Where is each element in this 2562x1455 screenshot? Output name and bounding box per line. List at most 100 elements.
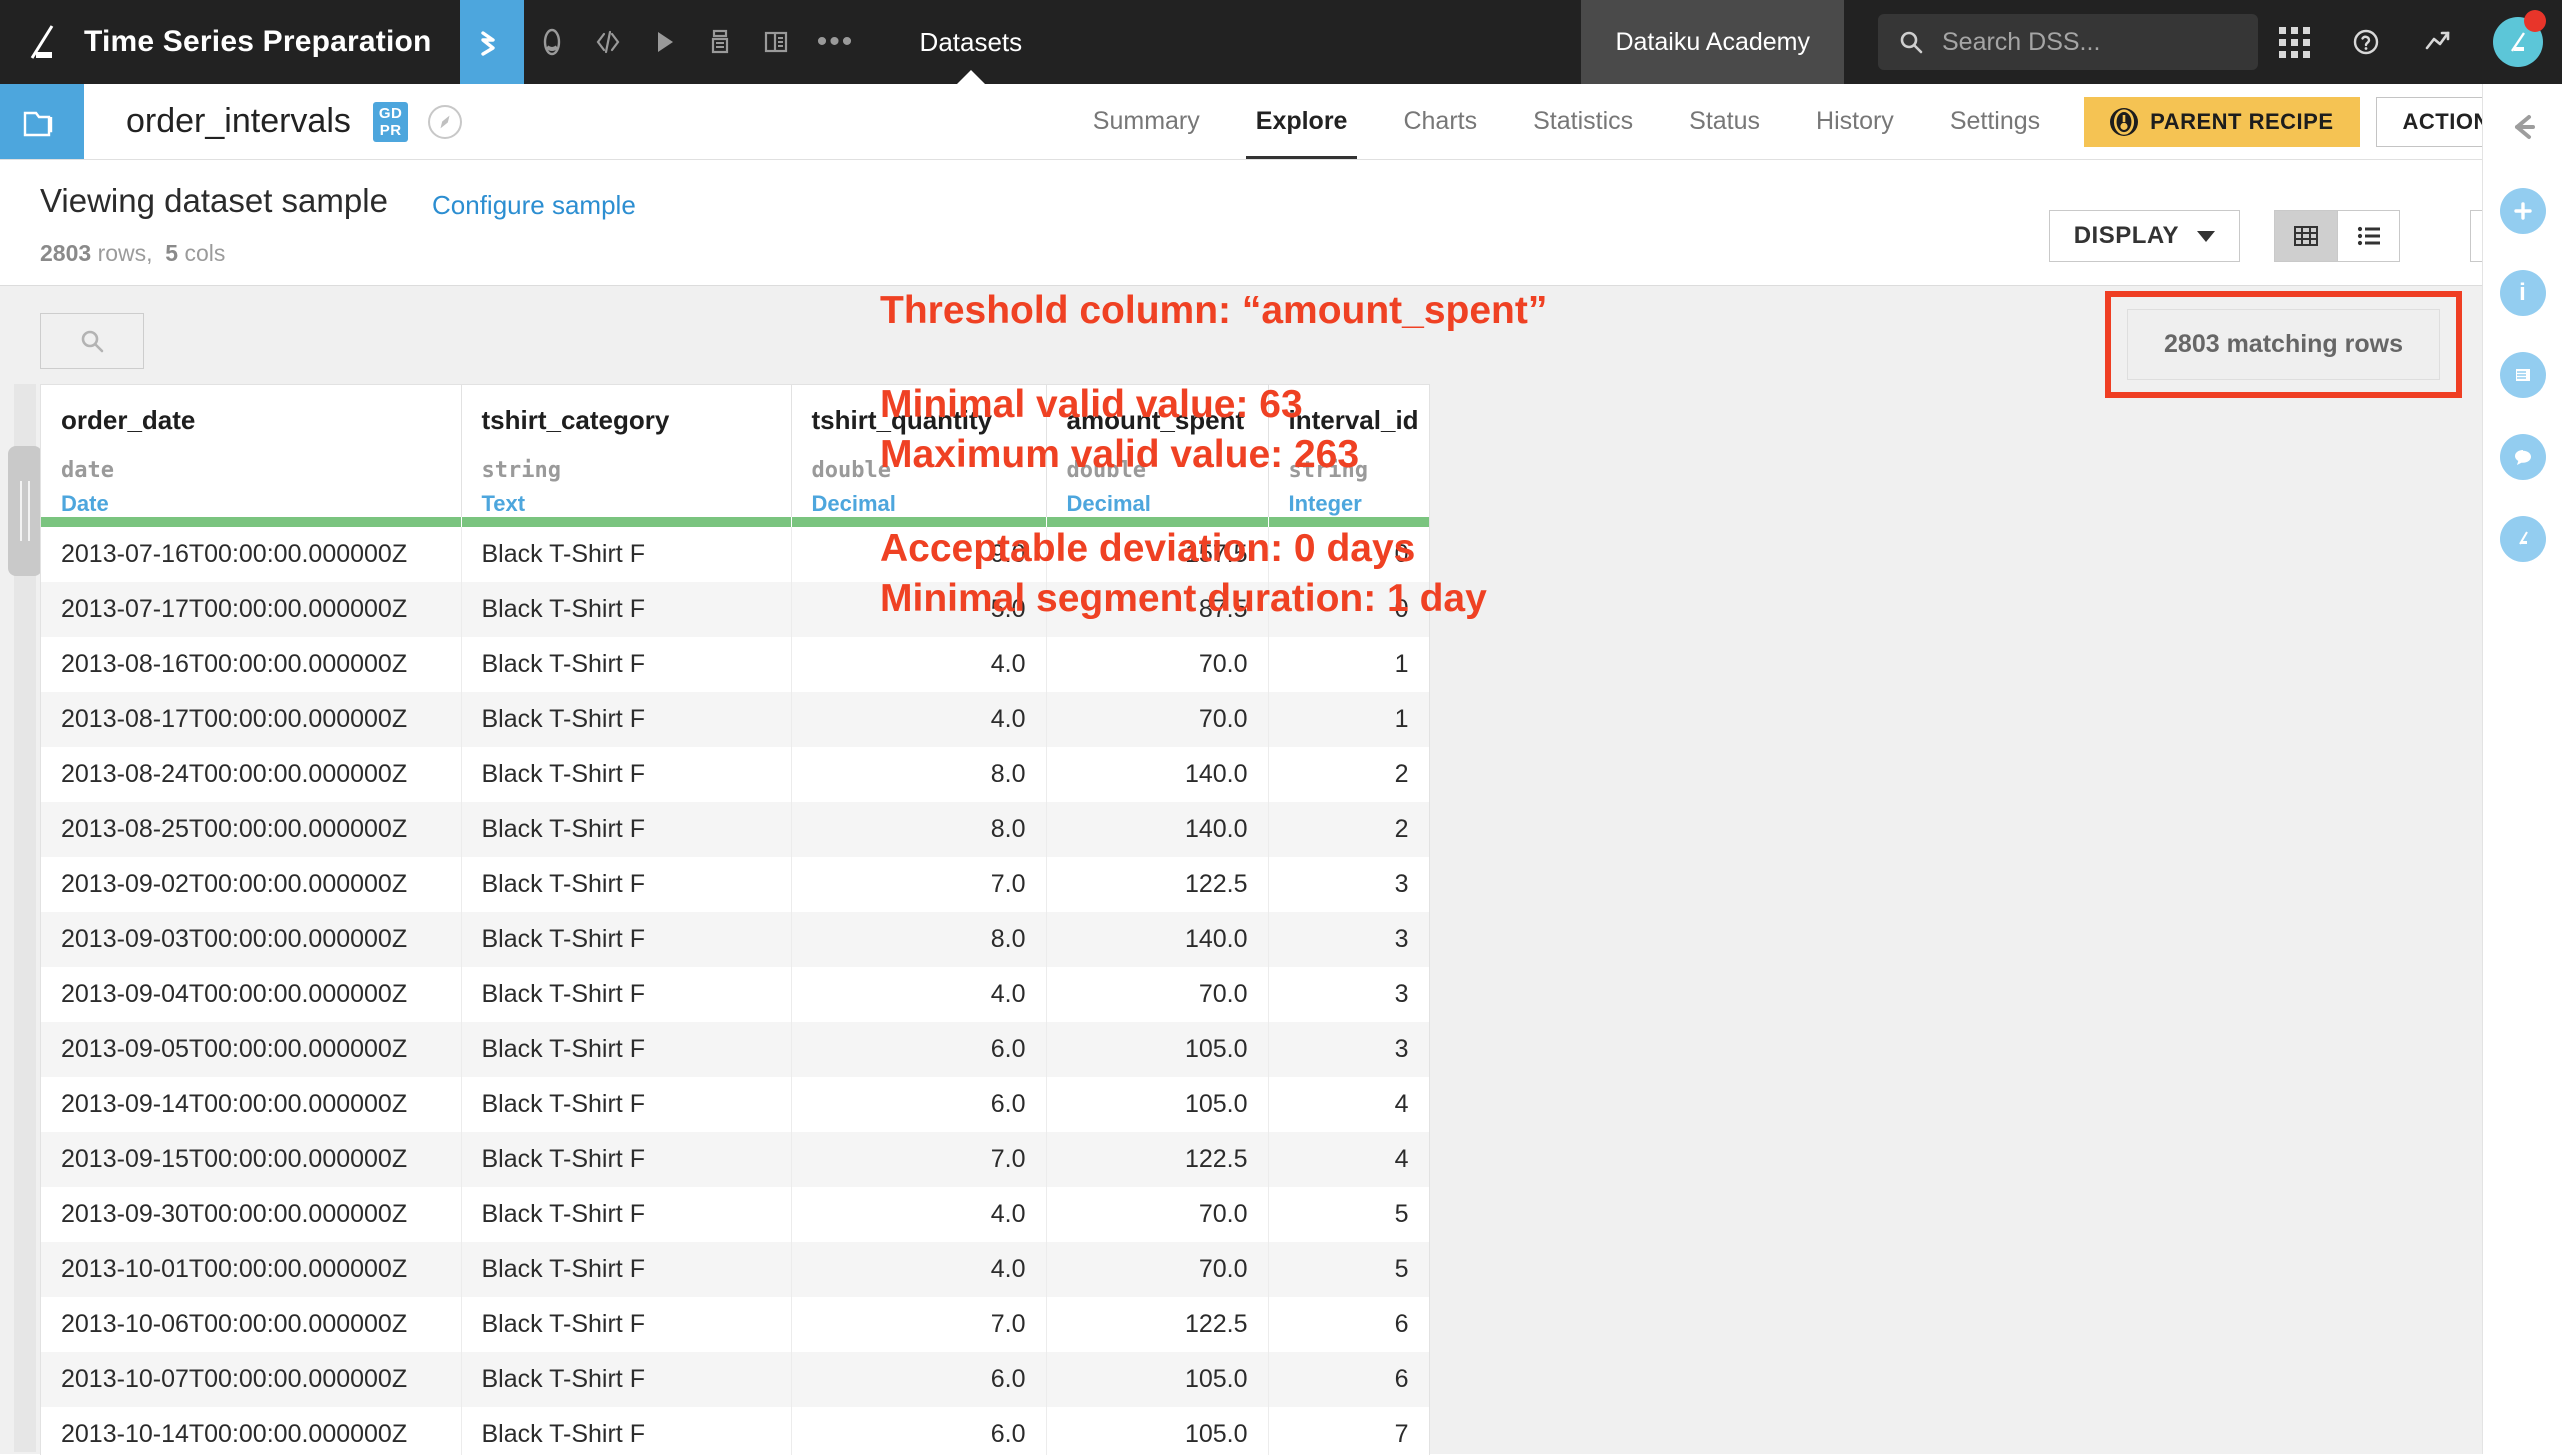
cell-interval_id[interactable]: 1 bbox=[1268, 637, 1429, 692]
trend-arrow-icon[interactable] bbox=[2402, 0, 2474, 84]
tab-explore[interactable]: Explore bbox=[1228, 84, 1376, 159]
project-name[interactable]: Time Series Preparation bbox=[84, 0, 460, 84]
table-row[interactable]: 2013-09-15T00:00:00.000000ZBlack T-Shirt… bbox=[41, 1132, 1429, 1187]
code-icon[interactable] bbox=[580, 0, 636, 84]
cell-tshirt_quantity[interactable]: 7.0 bbox=[791, 857, 1046, 912]
cell-interval_id[interactable]: 5 bbox=[1268, 1242, 1429, 1297]
cell-tshirt_category[interactable]: Black T-Shirt F bbox=[461, 582, 791, 637]
cell-order_date[interactable]: 2013-08-24T00:00:00.000000Z bbox=[41, 747, 461, 802]
cell-tshirt_category[interactable]: Black T-Shirt F bbox=[461, 1352, 791, 1407]
parent-recipe-button[interactable]: PARENT RECIPE bbox=[2084, 97, 2359, 147]
configure-sample-link[interactable]: Configure sample bbox=[432, 190, 636, 221]
cell-amount_spent[interactable]: 122.5 bbox=[1046, 1297, 1268, 1352]
cell-tshirt_category[interactable]: Black T-Shirt F bbox=[461, 1242, 791, 1297]
cell-amount_spent[interactable]: 140.0 bbox=[1046, 747, 1268, 802]
cell-interval_id[interactable]: 1 bbox=[1268, 692, 1429, 747]
cell-amount_spent[interactable]: 70.0 bbox=[1046, 967, 1268, 1022]
table-row[interactable]: 2013-10-01T00:00:00.000000ZBlack T-Shirt… bbox=[41, 1242, 1429, 1297]
cell-tshirt_category[interactable]: Black T-Shirt F bbox=[461, 527, 791, 582]
column-header-order-date[interactable]: order_date date Date bbox=[41, 385, 461, 517]
dataset-folder-icon[interactable] bbox=[0, 84, 84, 159]
table-row[interactable]: 2013-08-17T00:00:00.000000ZBlack T-Shirt… bbox=[41, 692, 1429, 747]
cell-amount_spent[interactable]: 70.0 bbox=[1046, 637, 1268, 692]
cell-tshirt_category[interactable]: Black T-Shirt F bbox=[461, 747, 791, 802]
tab-settings[interactable]: Settings bbox=[1922, 84, 2068, 159]
cell-tshirt_quantity[interactable]: 6.0 bbox=[791, 1022, 1046, 1077]
table-row[interactable]: 2013-10-07T00:00:00.000000ZBlack T-Shirt… bbox=[41, 1352, 1429, 1407]
cell-interval_id[interactable]: 2 bbox=[1268, 802, 1429, 857]
cell-order_date[interactable]: 2013-08-16T00:00:00.000000Z bbox=[41, 637, 461, 692]
table-row[interactable]: 2013-09-05T00:00:00.000000ZBlack T-Shirt… bbox=[41, 1022, 1429, 1077]
cell-tshirt_quantity[interactable]: 8.0 bbox=[791, 912, 1046, 967]
table-row[interactable]: 2013-08-25T00:00:00.000000ZBlack T-Shirt… bbox=[41, 802, 1429, 857]
cell-order_date[interactable]: 2013-09-03T00:00:00.000000Z bbox=[41, 912, 461, 967]
table-row[interactable]: 2013-09-03T00:00:00.000000ZBlack T-Shirt… bbox=[41, 912, 1429, 967]
list-rows-icon[interactable] bbox=[2337, 211, 2399, 261]
cell-amount_spent[interactable]: 122.5 bbox=[1046, 1132, 1268, 1187]
help-question-icon[interactable] bbox=[2330, 0, 2402, 84]
cell-interval_id[interactable]: 3 bbox=[1268, 857, 1429, 912]
cell-amount_spent[interactable]: 70.0 bbox=[1046, 1187, 1268, 1242]
cell-order_date[interactable]: 2013-10-14T00:00:00.000000Z bbox=[41, 1407, 461, 1455]
column-meaning[interactable]: Date bbox=[61, 491, 441, 517]
cell-tshirt_quantity[interactable]: 4.0 bbox=[791, 637, 1046, 692]
cell-interval_id[interactable]: 2 bbox=[1268, 747, 1429, 802]
more-menu-icon[interactable]: ••• bbox=[804, 0, 868, 84]
cell-amount_spent[interactable]: 105.0 bbox=[1046, 1407, 1268, 1455]
cell-interval_id[interactable]: 4 bbox=[1268, 1132, 1429, 1187]
cell-interval_id[interactable]: 5 bbox=[1268, 1187, 1429, 1242]
back-arrow-icon[interactable] bbox=[2500, 104, 2546, 150]
academy-link[interactable]: Dataiku Academy bbox=[1581, 0, 1844, 84]
cell-tshirt_quantity[interactable]: 6.0 bbox=[791, 1077, 1046, 1132]
cell-order_date[interactable]: 2013-09-14T00:00:00.000000Z bbox=[41, 1077, 461, 1132]
info-icon[interactable]: i bbox=[2500, 270, 2546, 316]
cell-tshirt_category[interactable]: Black T-Shirt F bbox=[461, 637, 791, 692]
column-header-tshirt-category[interactable]: tshirt_category string Text bbox=[461, 385, 791, 517]
table-row[interactable]: 2013-10-14T00:00:00.000000ZBlack T-Shirt… bbox=[41, 1407, 1429, 1455]
cell-tshirt_quantity[interactable]: 8.0 bbox=[791, 747, 1046, 802]
table-row[interactable]: 2013-09-30T00:00:00.000000ZBlack T-Shirt… bbox=[41, 1187, 1429, 1242]
cell-order_date[interactable]: 2013-09-02T00:00:00.000000Z bbox=[41, 857, 461, 912]
cell-tshirt_quantity[interactable]: 8.0 bbox=[791, 802, 1046, 857]
cell-amount_spent[interactable]: 105.0 bbox=[1046, 1352, 1268, 1407]
cell-amount_spent[interactable]: 140.0 bbox=[1046, 802, 1268, 857]
cell-tshirt_category[interactable]: Black T-Shirt F bbox=[461, 1187, 791, 1242]
cell-tshirt_quantity[interactable]: 4.0 bbox=[791, 967, 1046, 1022]
cell-interval_id[interactable]: 6 bbox=[1268, 1352, 1429, 1407]
cell-tshirt_category[interactable]: Black T-Shirt F bbox=[461, 802, 791, 857]
cell-amount_spent[interactable]: 70.0 bbox=[1046, 692, 1268, 747]
search-input[interactable]: Search DSS... bbox=[1878, 14, 2258, 70]
cell-order_date[interactable]: 2013-07-17T00:00:00.000000Z bbox=[41, 582, 461, 637]
table-row[interactable]: 2013-09-02T00:00:00.000000ZBlack T-Shirt… bbox=[41, 857, 1429, 912]
gdpr-badge[interactable]: GD PR bbox=[373, 102, 409, 142]
cell-tshirt_category[interactable]: Black T-Shirt F bbox=[461, 1077, 791, 1132]
cell-tshirt_quantity[interactable]: 4.0 bbox=[791, 692, 1046, 747]
cell-interval_id[interactable]: 3 bbox=[1268, 1022, 1429, 1077]
compass-icon[interactable] bbox=[428, 105, 462, 139]
cell-interval_id[interactable]: 6 bbox=[1268, 1297, 1429, 1352]
table-row[interactable]: 2013-08-24T00:00:00.000000ZBlack T-Shirt… bbox=[41, 747, 1429, 802]
tab-history[interactable]: History bbox=[1788, 84, 1922, 159]
cell-amount_spent[interactable]: 122.5 bbox=[1046, 857, 1268, 912]
display-button[interactable]: DISPLAY bbox=[2049, 210, 2240, 262]
cell-order_date[interactable]: 2013-10-07T00:00:00.000000Z bbox=[41, 1352, 461, 1407]
avatar[interactable] bbox=[2474, 0, 2562, 84]
cell-tshirt_quantity[interactable]: 6.0 bbox=[791, 1352, 1046, 1407]
add-icon[interactable] bbox=[2500, 188, 2546, 234]
dataiku-logo-icon[interactable] bbox=[0, 0, 84, 84]
dashboard-icon[interactable] bbox=[748, 0, 804, 84]
cell-order_date[interactable]: 2013-08-25T00:00:00.000000Z bbox=[41, 802, 461, 857]
table-row[interactable]: 2013-10-06T00:00:00.000000ZBlack T-Shirt… bbox=[41, 1297, 1429, 1352]
cell-order_date[interactable]: 2013-09-04T00:00:00.000000Z bbox=[41, 967, 461, 1022]
cell-order_date[interactable]: 2013-08-17T00:00:00.000000Z bbox=[41, 692, 461, 747]
table-row[interactable]: 2013-09-04T00:00:00.000000ZBlack T-Shirt… bbox=[41, 967, 1429, 1022]
cell-amount_spent[interactable]: 105.0 bbox=[1046, 1022, 1268, 1077]
scrollbar-thumb[interactable] bbox=[8, 446, 42, 576]
tab-charts[interactable]: Charts bbox=[1375, 84, 1505, 159]
cell-order_date[interactable]: 2013-10-01T00:00:00.000000Z bbox=[41, 1242, 461, 1297]
cell-tshirt_category[interactable]: Black T-Shirt F bbox=[461, 912, 791, 967]
cell-tshirt_category[interactable]: Black T-Shirt F bbox=[461, 1022, 791, 1077]
cell-amount_spent[interactable]: 105.0 bbox=[1046, 1077, 1268, 1132]
cell-tshirt_quantity[interactable]: 7.0 bbox=[791, 1297, 1046, 1352]
flow-icon[interactable] bbox=[460, 0, 524, 84]
